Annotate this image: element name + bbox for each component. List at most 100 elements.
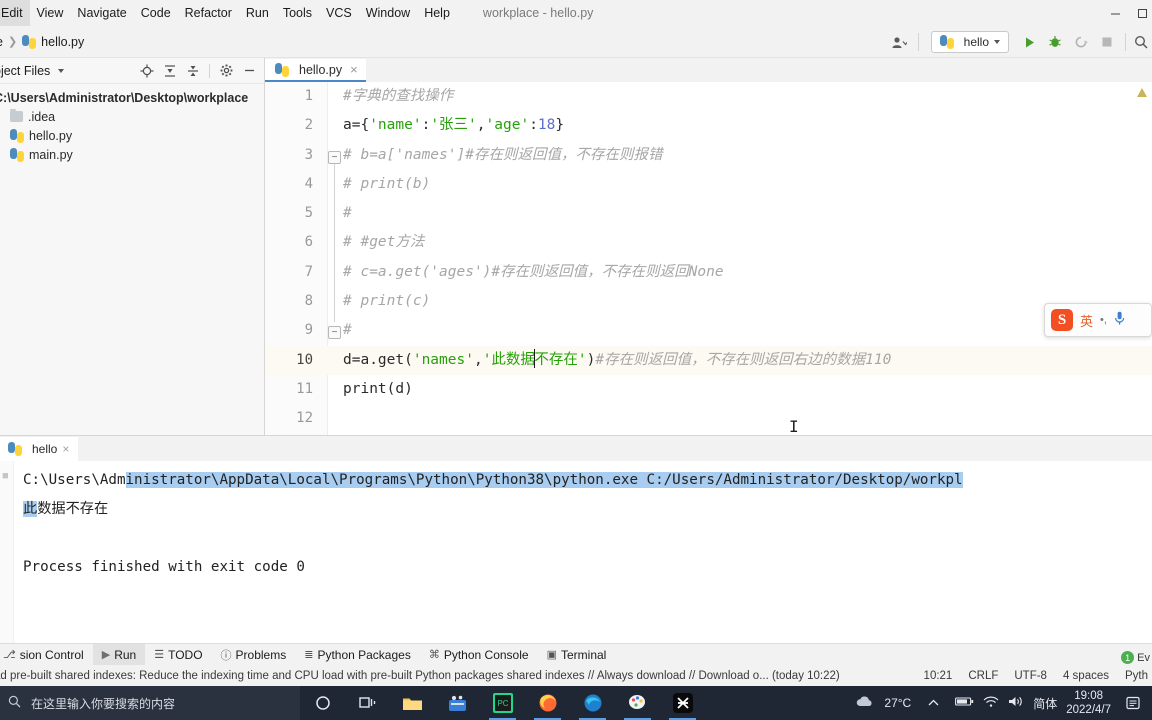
debug-button[interactable]	[1043, 30, 1067, 54]
line-number: 9	[304, 322, 313, 339]
minimize-icon[interactable]	[1098, 0, 1132, 26]
breadcrumb-parent[interactable]: e	[0, 35, 3, 49]
code-line-5[interactable]: 5 #	[265, 199, 1152, 228]
project-view-selector[interactable]: oject Files	[0, 64, 50, 78]
code-line-1[interactable]: 1 #字典的查找操作	[265, 82, 1152, 111]
code-line-9[interactable]: 9 #	[265, 316, 1152, 345]
sogou-ime-bar[interactable]: S 英 •,	[1044, 303, 1152, 337]
warning-triangle-icon[interactable]	[1137, 88, 1147, 97]
locate-icon[interactable]	[136, 60, 158, 82]
menu-bar: Edit View Navigate Code Refactor Run Tools VCS W…	[0, 0, 1152, 26]
tree-item-main-py[interactable]: main.py	[0, 145, 264, 164]
tool-window-python-packages[interactable]: ≣ Python Packages	[295, 644, 420, 666]
terminal-icon: ▣	[546, 649, 557, 661]
account-icon[interactable]	[888, 30, 912, 54]
code-line-3[interactable]: 3 # b=a['names']#存在则返回值，不存在则报错	[265, 141, 1152, 170]
edge-icon[interactable]	[570, 686, 615, 720]
expand-all-icon[interactable]	[159, 60, 181, 82]
run-with-coverage-button[interactable]	[1069, 30, 1093, 54]
tool-window-todo[interactable]: ☰ TODO	[145, 644, 211, 666]
run-button[interactable]	[1017, 30, 1041, 54]
menu-navigate[interactable]: Navigate	[70, 0, 133, 26]
code-editor[interactable]: − − 1 #字典的查找操作 2 a={'name':'张三','age':18} 3 #…	[265, 82, 1152, 435]
code-line-8[interactable]: 8 # print(c)	[265, 287, 1152, 316]
code-line-11[interactable]: 11 print(d)	[265, 375, 1152, 404]
wifi-icon[interactable]	[983, 696, 999, 711]
run-console-output[interactable]: C:\Users\Administrator\AppData\Local\Pro…	[14, 461, 1152, 643]
tree-item-label: main.py	[29, 147, 73, 162]
collapse-all-icon[interactable]	[182, 60, 204, 82]
meeting-app-icon[interactable]	[435, 686, 480, 720]
task-view-icon[interactable]	[345, 686, 390, 720]
tree-root-item[interactable]: C:\Users\Administrator\Desktop\workplace	[0, 88, 264, 107]
menu-help[interactable]: Help	[417, 0, 457, 26]
menu-vcs[interactable]: VCS	[319, 0, 359, 26]
battery-icon[interactable]	[955, 696, 974, 710]
status-message[interactable]: ad pre-built shared indexes: Reduce the …	[0, 670, 840, 682]
search-icon[interactable]	[1132, 30, 1150, 54]
file-explorer-icon[interactable]	[390, 686, 435, 720]
taskbar-clock[interactable]: 19:08 2022/4/7	[1066, 689, 1111, 718]
interpreter-label[interactable]: Pyth	[1125, 670, 1148, 682]
tool-window-sion-control[interactable]: ⎇ sion Control	[0, 644, 93, 666]
menu-run[interactable]: Run	[239, 0, 276, 26]
editor-tab-hello-py[interactable]: hello.py ×	[265, 59, 366, 82]
menu-refactor[interactable]: Refactor	[178, 0, 239, 26]
code-lines[interactable]: 1 #字典的查找操作 2 a={'name':'张三','age':18} 3 # b=a…	[265, 82, 1152, 435]
ime-mode-toggle[interactable]: 英	[1080, 311, 1093, 330]
line-number: 8	[304, 293, 313, 310]
run-tab-hello[interactable]: hello ×	[0, 437, 79, 461]
python-file-icon	[275, 62, 289, 77]
stop-button[interactable]	[1095, 30, 1119, 54]
ime-language-indicator[interactable]: 简体	[1033, 695, 1057, 712]
breadcrumb[interactable]: e ❯ hello.py	[0, 34, 84, 49]
event-log-button[interactable]: 1 Ev	[1121, 651, 1150, 664]
close-icon[interactable]: ×	[350, 62, 358, 77]
code-line-10[interactable]: 10 d=a.get('names','此数据不存在')#存在则返回值，不存在则返…	[265, 345, 1152, 375]
indent-setting[interactable]: 4 spaces	[1063, 670, 1109, 682]
console-rerun-icon[interactable]: ■	[2, 470, 9, 482]
settings-icon[interactable]	[215, 60, 237, 82]
tree-item-hello-py[interactable]: hello.py	[0, 126, 264, 145]
ime-punctuation-toggle[interactable]: •,	[1100, 314, 1107, 326]
menu-view[interactable]: View	[30, 0, 71, 26]
firefox-icon[interactable]	[525, 686, 570, 720]
hide-icon[interactable]	[238, 60, 260, 82]
event-count-badge: 1	[1121, 651, 1135, 664]
microphone-icon[interactable]	[1114, 311, 1125, 329]
menu-window[interactable]: Window	[359, 0, 417, 26]
maximize-icon[interactable]	[1132, 0, 1152, 26]
tool-window-run[interactable]: ▶ Run	[92, 643, 146, 666]
line-separator[interactable]: CRLF	[968, 670, 998, 682]
code-line-text: #	[343, 199, 352, 228]
tool-window-python-console[interactable]: ⌘ Python Console	[420, 644, 538, 666]
capcut-icon[interactable]	[660, 686, 705, 720]
code-line-2[interactable]: 2 a={'name':'张三','age':18}	[265, 111, 1152, 140]
cortana-icon[interactable]	[300, 686, 345, 720]
notification-icon[interactable]	[1120, 696, 1146, 710]
close-icon[interactable]: ×	[62, 442, 69, 456]
paint-icon[interactable]	[615, 686, 660, 720]
tool-window-terminal[interactable]: ▣ Terminal	[538, 644, 616, 666]
sogou-logo-icon[interactable]: S	[1051, 309, 1073, 331]
file-encoding[interactable]: UTF-8	[1014, 670, 1047, 682]
volume-icon[interactable]	[1008, 695, 1024, 711]
menu-edit[interactable]: Edit	[0, 0, 30, 26]
code-line-6[interactable]: 6 # #get方法	[265, 228, 1152, 257]
tool-window-problems[interactable]: ⓘ Problems	[212, 644, 296, 666]
run-configuration-selector[interactable]: hello	[930, 31, 1009, 53]
menu-code[interactable]: Code	[134, 0, 178, 26]
code-line-7[interactable]: 7 # c=a.get('ages')#存在则返回值，不存在则返回None	[265, 258, 1152, 287]
editor-area: hello.py × − − 1 #字典的查找操作 2 a={'name':'张三',…	[265, 58, 1152, 435]
menu-tools[interactable]: Tools	[276, 0, 319, 26]
weather-temperature[interactable]: 27°C	[884, 696, 911, 710]
chevron-up-icon[interactable]	[920, 699, 946, 707]
taskbar-search-box[interactable]: 在这里输入你要搜索的内容	[0, 686, 300, 720]
chevron-down-icon[interactable]	[58, 68, 65, 73]
caret-position[interactable]: 10:21	[924, 670, 953, 682]
code-line-4[interactable]: 4 # print(b)	[265, 170, 1152, 199]
pycharm-icon[interactable]: PC	[480, 686, 525, 720]
breadcrumb-file[interactable]: hello.py	[41, 35, 84, 49]
code-line-12[interactable]: 12	[265, 404, 1152, 433]
tree-item--idea[interactable]: .idea	[0, 107, 264, 126]
